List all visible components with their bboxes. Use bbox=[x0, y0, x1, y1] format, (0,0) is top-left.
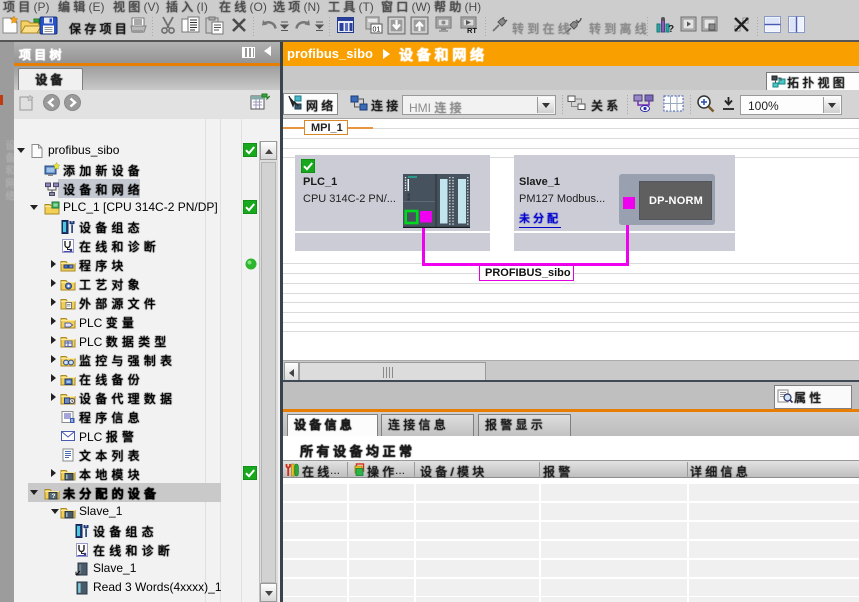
svg-text:?: ? bbox=[52, 493, 56, 500]
svg-text:?: ? bbox=[668, 24, 674, 34]
svg-text:01: 01 bbox=[373, 27, 381, 34]
svg-text:RT: RT bbox=[467, 26, 477, 34]
